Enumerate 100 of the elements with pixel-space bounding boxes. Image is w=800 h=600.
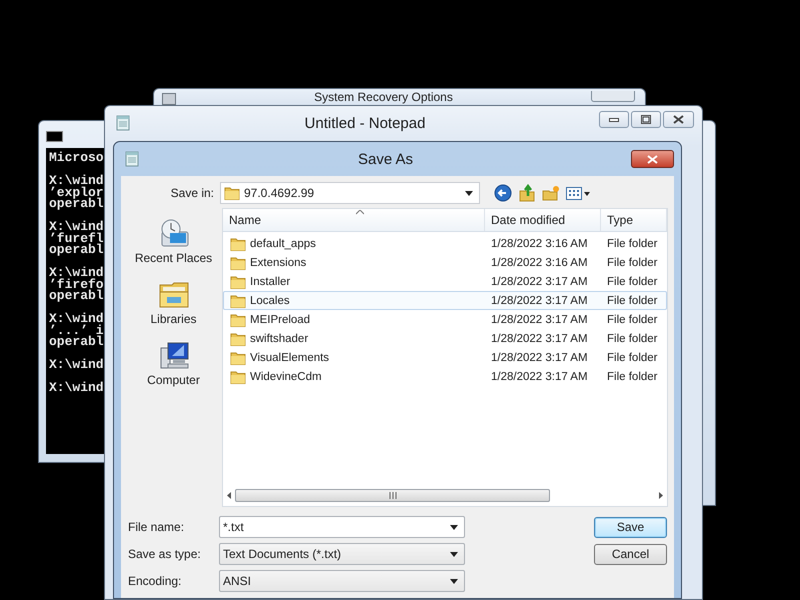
folder-icon bbox=[230, 292, 246, 308]
places-item[interactable]: Libraries bbox=[150, 279, 197, 326]
file-name: swiftshader bbox=[250, 332, 308, 344]
file-type: File folder bbox=[606, 314, 658, 326]
console-line: operabl bbox=[49, 290, 105, 302]
date-modified: 1/28/2022 3:17 AM bbox=[490, 314, 589, 326]
file-type: File folder bbox=[606, 238, 658, 250]
dialog-button[interactable]: Save bbox=[594, 516, 667, 538]
save-in-dropdown[interactable]: 97.0.4692.99 bbox=[220, 182, 480, 204]
date-modified: 1/28/2022 3:17 AM bbox=[490, 276, 589, 288]
date-modified: 1/28/2022 3:16 AM bbox=[490, 256, 589, 268]
file-name: default_apps bbox=[250, 238, 316, 250]
places-item[interactable]: Computer bbox=[147, 340, 200, 387]
scroll-right-icon[interactable] bbox=[659, 492, 663, 499]
field-label: File name: bbox=[127, 520, 186, 534]
dialog-button[interactable]: Cancel bbox=[594, 544, 667, 564]
places-item[interactable]: Recent Places bbox=[134, 218, 212, 265]
caret-icon bbox=[450, 524, 458, 530]
maximize-icon bbox=[641, 115, 651, 124]
file-row[interactable]: Installer 1/28/2022 3:17 AM File folder bbox=[223, 272, 667, 291]
folder-icon bbox=[230, 274, 246, 290]
file-type: File folder bbox=[606, 276, 658, 288]
new-folder-icon[interactable] bbox=[542, 184, 560, 202]
console-icon bbox=[46, 131, 63, 142]
console-line: operabl bbox=[49, 244, 105, 256]
console-line: ’explor bbox=[49, 186, 105, 198]
dropdown[interactable]: ANSI bbox=[219, 570, 465, 592]
date-modified: 1/28/2022 3:17 AM bbox=[490, 370, 589, 382]
file-type: File folder bbox=[606, 352, 658, 364]
field-label: Save as type: bbox=[127, 547, 202, 561]
folder-path: 97.0.4692.99 bbox=[244, 186, 316, 200]
folder-icon bbox=[230, 254, 246, 270]
console-line: Microso bbox=[49, 152, 105, 164]
file-row[interactable]: default_apps 1/28/2022 3:16 AM File folder bbox=[223, 234, 667, 253]
save-in-label: Save in: bbox=[170, 186, 215, 200]
view-menu-icon[interactable] bbox=[566, 184, 590, 202]
folder-icon bbox=[230, 330, 246, 346]
date-modified: 1/28/2022 3:16 AM bbox=[490, 238, 589, 250]
file-row[interactable]: swiftshader 1/28/2022 3:17 AM File folder bbox=[223, 329, 667, 348]
file-name: Locales bbox=[250, 294, 290, 306]
close-icon bbox=[647, 154, 658, 164]
scrollbar-thumb[interactable] bbox=[235, 489, 550, 502]
folder-icon bbox=[230, 368, 246, 384]
window-title: System Recovery Options bbox=[313, 91, 454, 104]
window-icon bbox=[162, 93, 176, 105]
file-name: Extensions bbox=[250, 256, 306, 268]
window-title: Untitled - Notepad bbox=[304, 114, 426, 132]
file-name: MEIPreload bbox=[250, 314, 310, 326]
date-modified: 1/28/2022 3:17 AM bbox=[490, 294, 589, 306]
folder-icon bbox=[224, 185, 240, 201]
console-line: X:\wind bbox=[49, 382, 105, 394]
file-type: File folder bbox=[606, 256, 658, 268]
back-icon[interactable] bbox=[494, 184, 512, 202]
date-modified: 1/28/2022 3:17 AM bbox=[490, 332, 589, 344]
console-line: ’...’ i bbox=[49, 324, 105, 336]
console-line: X:\wind bbox=[49, 175, 105, 186]
close-button[interactable] bbox=[631, 150, 674, 168]
column-header[interactable]: Date modified bbox=[485, 209, 601, 231]
scroll-left-icon[interactable] bbox=[227, 492, 231, 499]
file-row[interactable]: WidevineCdm 1/28/2022 3:17 AM File folder bbox=[223, 367, 667, 386]
console-line: operabl bbox=[49, 198, 105, 210]
console-line: X:\wind bbox=[49, 221, 105, 232]
console-line: ’furefl bbox=[49, 232, 105, 244]
minimize-button[interactable] bbox=[599, 111, 629, 128]
caret-icon bbox=[450, 578, 458, 584]
folder-icon bbox=[230, 350, 246, 366]
file-type: File folder bbox=[606, 294, 658, 306]
maximize-button[interactable] bbox=[631, 111, 661, 128]
up-folder-icon[interactable] bbox=[518, 184, 536, 202]
caret-icon bbox=[450, 552, 458, 556]
file-row[interactable]: VisualElements 1/28/2022 3:17 AM File folder bbox=[223, 348, 667, 367]
grip-icon bbox=[388, 492, 396, 499]
file-name: WidevineCdm bbox=[250, 370, 322, 382]
column-header[interactable]: Type bbox=[601, 209, 667, 231]
computer-icon bbox=[158, 340, 190, 370]
close-button[interactable] bbox=[663, 111, 694, 128]
close-icon bbox=[673, 115, 684, 124]
file-type: File folder bbox=[606, 370, 658, 382]
minimize-icon bbox=[609, 118, 619, 122]
console-line: X:\wind bbox=[49, 267, 105, 278]
combo-input-field[interactable]: *.txt bbox=[219, 516, 465, 538]
notepad-icon bbox=[115, 115, 131, 131]
dropdown[interactable]: Text Documents (*.txt) bbox=[219, 543, 465, 565]
file-row[interactable]: MEIPreload 1/28/2022 3:17 AM File folder bbox=[223, 310, 667, 329]
file-name: Installer bbox=[250, 276, 290, 288]
file-name: VisualElements bbox=[250, 352, 330, 364]
file-row[interactable]: Locales 1/28/2022 3:17 AM File folder bbox=[223, 291, 667, 310]
column-header[interactable]: Name bbox=[223, 209, 485, 231]
field-label: Encoding: bbox=[127, 574, 182, 588]
console-line: X:\wind bbox=[49, 313, 105, 324]
console-line: operabl bbox=[49, 336, 105, 348]
date-modified: 1/28/2022 3:17 AM bbox=[490, 352, 589, 364]
file-row[interactable]: Extensions 1/28/2022 3:16 AM File folder bbox=[223, 253, 667, 272]
caret-icon bbox=[465, 190, 473, 196]
folder-icon bbox=[230, 236, 246, 252]
folder-icon bbox=[230, 312, 246, 328]
notepad-icon bbox=[124, 151, 140, 167]
dialog-title: Save As bbox=[356, 150, 414, 168]
file-type: File folder bbox=[606, 332, 658, 344]
console-line: X:\wind bbox=[49, 359, 105, 370]
